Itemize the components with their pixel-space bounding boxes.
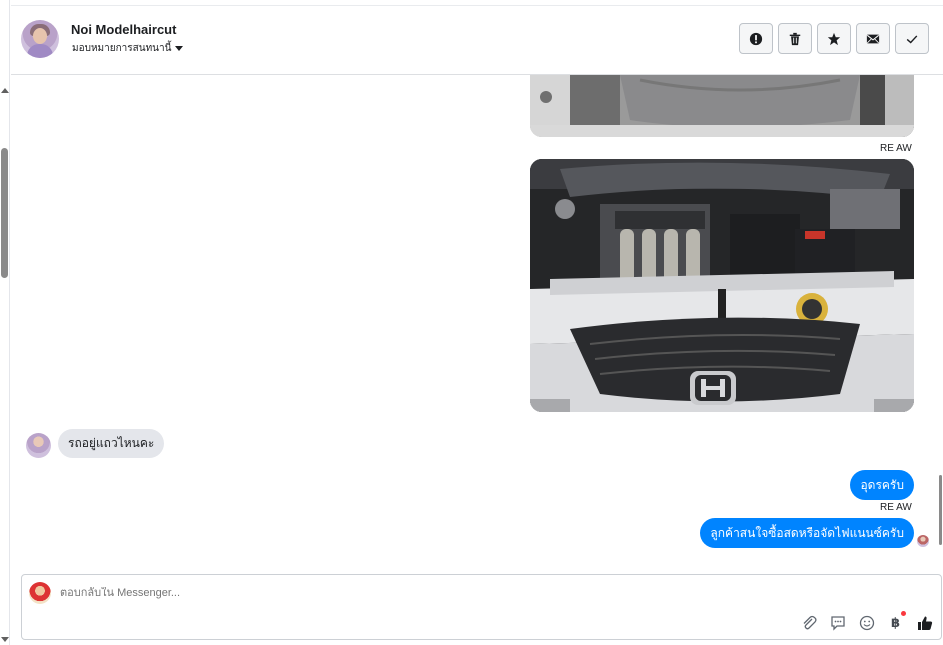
alert-icon (749, 32, 763, 45)
message-photo-car-interior[interactable] (530, 75, 914, 137)
avatar-body (27, 44, 53, 58)
engine-bay-image (530, 159, 914, 412)
follow-up-button[interactable] (817, 23, 851, 54)
contact-avatar[interactable] (21, 20, 59, 58)
scroll-down-arrow-icon[interactable] (1, 637, 9, 642)
read-receipt-avatar (917, 535, 929, 547)
reply-composer[interactable]: ฿ (21, 574, 942, 640)
reply-input[interactable] (60, 587, 560, 599)
emoji-button[interactable] (858, 614, 875, 631)
conversation-header: Noi Modelhaircut มอบหมายการสนทนานี้ (11, 5, 943, 75)
page-avatar (29, 582, 51, 604)
avatar-face (33, 28, 47, 44)
check-icon (906, 34, 918, 43)
right-scrollbar[interactable] (939, 75, 943, 565)
seen-indicator: RE AW (880, 502, 912, 513)
outgoing-message-bubble: อุดรครับ (850, 470, 914, 500)
contact-name[interactable]: Noi Modelhaircut (71, 22, 176, 37)
caret-down-icon (175, 46, 184, 51)
payment-button[interactable]: ฿ (887, 611, 906, 631)
star-icon (827, 32, 841, 45)
delete-button[interactable] (778, 23, 812, 54)
header-action-buttons (739, 23, 929, 54)
like-button[interactable] (916, 614, 933, 631)
scrollbar-thumb[interactable] (1, 148, 8, 278)
trash-icon (789, 32, 801, 45)
left-scrollbar[interactable] (0, 0, 10, 645)
assign-conversation-label: มอบหมายการสนทนานี้ (72, 43, 172, 54)
car-interior-image (530, 75, 914, 137)
speech-bubble-icon (830, 615, 845, 631)
right-scrollbar-thumb[interactable] (939, 475, 942, 545)
envelope-icon (866, 34, 880, 43)
incoming-message-bubble: รถอยู่แถวไหนคะ (58, 429, 165, 458)
attach-button[interactable] (800, 614, 817, 631)
message-photo-engine-bay[interactable] (530, 159, 914, 412)
mark-unread-button[interactable] (856, 23, 890, 54)
messenger-conversation-page: Noi Modelhaircut มอบหมายการสนทนานี้ RE A… (0, 0, 943, 645)
paperclip-icon (803, 615, 817, 629)
spam-button[interactable] (739, 23, 773, 54)
thumbs-up-icon (917, 616, 932, 630)
smiley-icon (859, 615, 874, 630)
mark-done-button[interactable] (895, 23, 929, 54)
saved-reply-button[interactable] (829, 614, 846, 631)
assign-conversation-dropdown[interactable]: มอบหมายการสนทนานี้ (72, 41, 184, 56)
seen-indicator: RE AW (880, 143, 912, 154)
scroll-up-arrow-icon[interactable] (1, 88, 9, 93)
outgoing-message-bubble: ลูกค้าสนใจซื้อสดหรือจัดไฟแนนซ์ครับ (700, 518, 914, 548)
composer-toolbar: ฿ (800, 611, 933, 631)
baht-icon: ฿ (890, 614, 901, 630)
notification-dot (901, 611, 906, 616)
contact-message-avatar (26, 433, 51, 458)
